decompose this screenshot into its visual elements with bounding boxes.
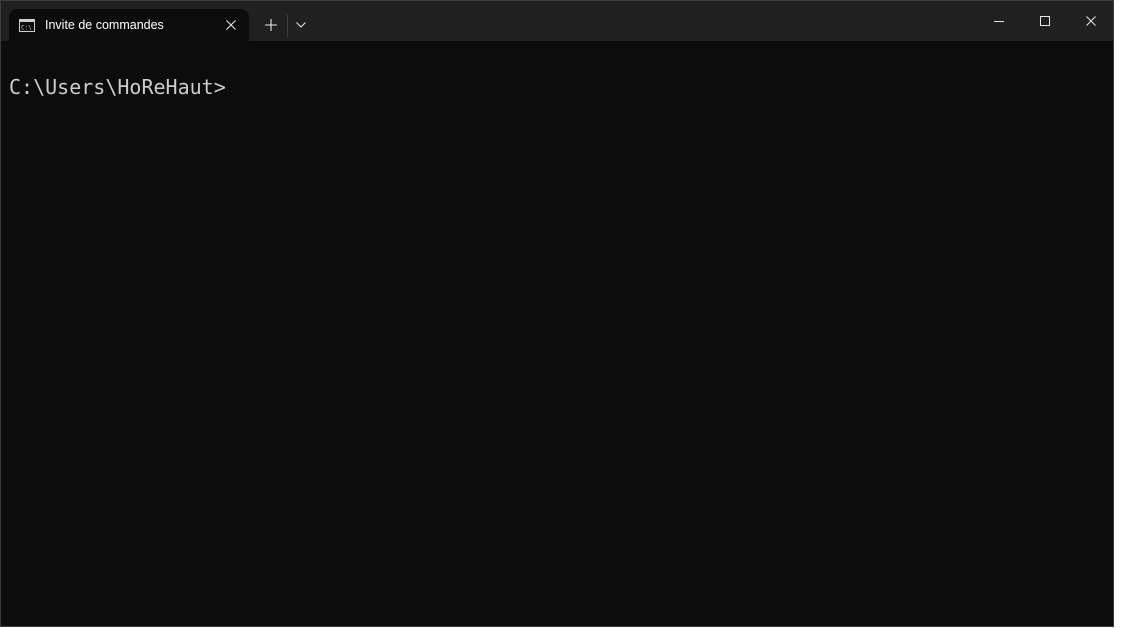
tab-title: Invite de commandes bbox=[45, 18, 164, 32]
close-window-button[interactable] bbox=[1068, 1, 1113, 41]
cmd-icon: C:\ bbox=[19, 18, 35, 32]
terminal-content[interactable]: C:\Users\HoReHaut> bbox=[1, 41, 1113, 626]
chevron-down-icon bbox=[296, 22, 306, 28]
profile-dropdown-button[interactable] bbox=[289, 11, 313, 39]
tab-invite-de-commandes[interactable]: C:\ Invite de commandes bbox=[9, 9, 249, 41]
plus-icon bbox=[265, 19, 277, 31]
terminal-window: C:\ Invite de commandes C:\Users\HoReHau… bbox=[0, 0, 1114, 627]
maximize-icon bbox=[1040, 16, 1050, 26]
command-prompt: C:\Users\HoReHaut> bbox=[9, 75, 226, 99]
minimize-icon bbox=[994, 21, 1004, 22]
title-bar[interactable]: C:\ Invite de commandes bbox=[1, 1, 1113, 41]
maximize-button[interactable] bbox=[1022, 1, 1068, 41]
tab-divider bbox=[287, 15, 288, 37]
new-tab-button[interactable] bbox=[257, 11, 285, 39]
minimize-button[interactable] bbox=[976, 1, 1022, 41]
svg-text:C:\: C:\ bbox=[21, 24, 32, 31]
tab-close-button[interactable] bbox=[223, 17, 239, 33]
close-icon bbox=[1086, 16, 1096, 26]
close-icon bbox=[226, 20, 236, 30]
